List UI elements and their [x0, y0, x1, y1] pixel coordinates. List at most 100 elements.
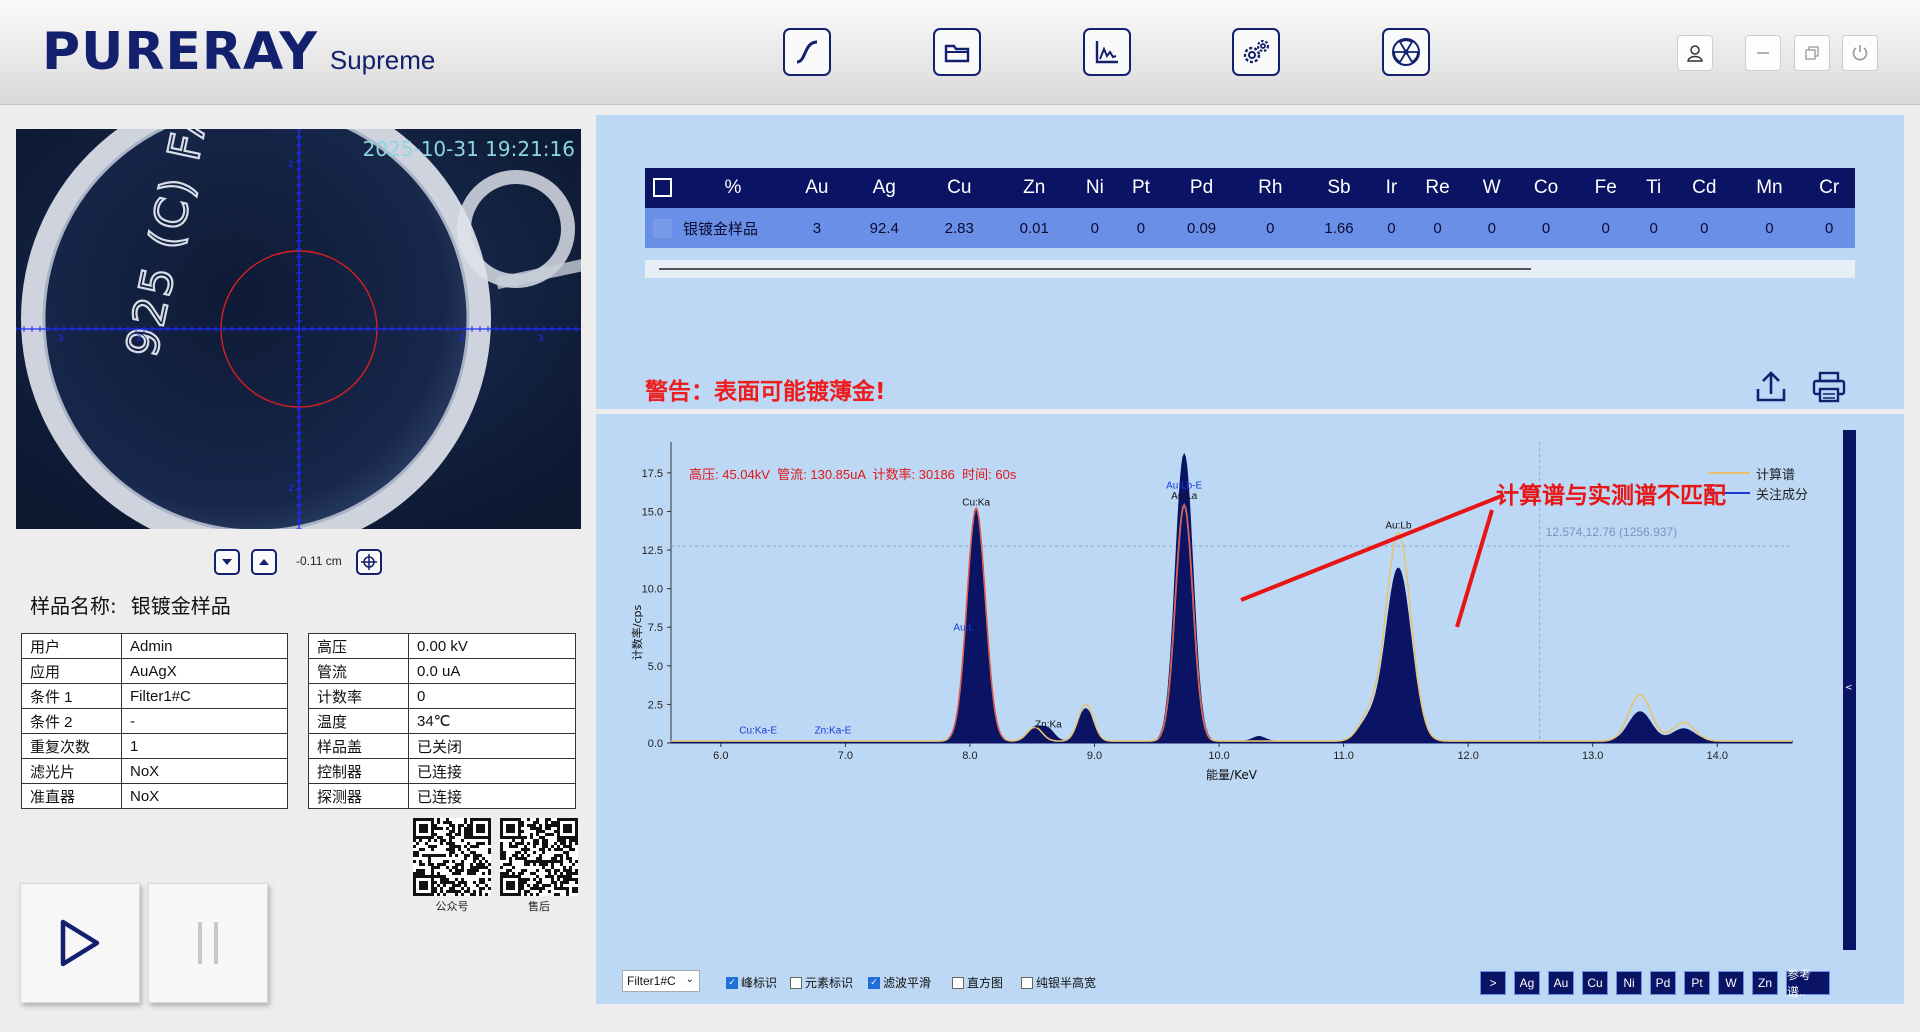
spectrum-button[interactable] — [1083, 28, 1131, 76]
element-header[interactable]: Fe — [1577, 168, 1635, 208]
element-header[interactable]: W — [1468, 168, 1515, 208]
triangle-up-icon — [259, 559, 269, 565]
focus-up-button[interactable] — [251, 549, 277, 575]
sample-name-label: 样品名称: — [30, 594, 117, 618]
triangle-down-icon — [222, 559, 232, 565]
checkbox[interactable]: ✓ — [868, 976, 880, 989]
element-header[interactable]: Ni — [1071, 168, 1118, 208]
checkbox[interactable]: ✓ — [726, 976, 738, 989]
curve-button[interactable] — [783, 28, 831, 76]
start-button[interactable] — [20, 883, 140, 1003]
minimize-button[interactable] — [1745, 35, 1781, 71]
table-row: 重复次数 1 — [21, 733, 288, 759]
option-label: 峰标识 — [741, 976, 778, 990]
element-header[interactable]: Ag — [846, 168, 922, 208]
element-filter-button[interactable]: Pt — [1684, 971, 1710, 995]
scrollbar-thumb[interactable] — [659, 268, 1531, 270]
device-status-table: 高压 0.00 kV 管流 0.0 uA 计数率 0 温度 34℃ 样品盖 已关闭 控制器 已连接 探测… — [308, 633, 576, 809]
element-filter-button[interactable]: Pd — [1650, 971, 1676, 995]
table-row: 高压 0.00 kV — [308, 633, 576, 659]
user-button[interactable] — [1677, 35, 1713, 71]
element-filter-button[interactable]: Ag — [1514, 971, 1540, 995]
y-tick-label: 12.5 — [642, 545, 663, 557]
y-tick-label: 0.0 — [648, 738, 663, 750]
element-header[interactable]: Ti — [1634, 168, 1674, 208]
filter-select[interactable]: Filter1#C ⌄ — [622, 970, 700, 992]
table-row[interactable]: 银镀金样品 3 92.4 2.83 0.01 0 0 0.09 0 1.66 0 0 0 0 0 0 0 0 0 — [645, 208, 1855, 248]
option-toggle[interactable]: 直方图 — [952, 974, 1003, 991]
print-button[interactable] — [1809, 367, 1849, 407]
element-filter-button[interactable]: W — [1718, 971, 1744, 995]
camera-controls: -0.11 cm — [16, 535, 581, 579]
x-axis-label: 能量/KeV — [1206, 768, 1258, 782]
element-header[interactable]: Zn — [996, 168, 1072, 208]
element-header[interactable]: Rh — [1239, 168, 1302, 208]
option-toggle[interactable]: 纯银半高宽 — [1021, 974, 1096, 991]
checkbox[interactable] — [952, 976, 964, 989]
focus-down-button[interactable] — [214, 549, 240, 575]
element-filter-button[interactable]: > — [1480, 971, 1506, 995]
checkbox[interactable] — [790, 976, 802, 989]
y-tick-label: 17.5 — [642, 468, 663, 480]
app-logo: PURERAY Supreme — [42, 22, 435, 82]
chart-bottom-bar: Filter1#C ⌄ ✓ 峰标识 元素标识 ✓ 滤波平滑 直方图 纯银半高宽 > Ag Au Cu… — [596, 966, 1904, 999]
element-header[interactable]: Au — [787, 168, 847, 208]
table-row: 用户 Admin — [21, 633, 288, 659]
element-header[interactable]: Pt — [1117, 168, 1165, 208]
open-folder-button[interactable] — [933, 28, 981, 76]
element-value: 0 — [1376, 208, 1407, 248]
restore-button[interactable] — [1794, 35, 1830, 71]
option-label: 元素标识 — [805, 976, 854, 990]
element-filter-button[interactable]: Au — [1548, 971, 1574, 995]
crosshair-button[interactable] — [356, 549, 382, 575]
table-row: 探测器 已连接 — [308, 783, 576, 809]
scale-x-label-1: 3 — [58, 334, 64, 344]
folder-icon — [944, 44, 970, 63]
restore-icon — [1805, 46, 1819, 60]
row-select[interactable] — [645, 208, 679, 248]
row-checkbox[interactable] — [652, 218, 672, 238]
element-value: 0 — [1071, 208, 1118, 248]
side-drawer-toggle[interactable]: < — [1843, 430, 1856, 950]
info-key: 应用 — [21, 658, 122, 684]
element-header[interactable]: Co — [1514, 168, 1578, 208]
peak-label: Zn:Ka-E — [815, 726, 852, 737]
element-header[interactable]: Mn — [1735, 168, 1804, 208]
element-header[interactable]: Cd — [1673, 168, 1736, 208]
option-toggle[interactable]: ✓ 峰标识 — [726, 974, 777, 991]
element-filter-button[interactable]: Zn — [1752, 971, 1778, 995]
option-toggle[interactable]: ✓ 滤波平滑 — [868, 974, 931, 991]
settings-button[interactable] — [1232, 28, 1280, 76]
element-header[interactable]: Cu — [921, 168, 997, 208]
brand-name: PURERAY — [42, 22, 318, 82]
info-key: 条件 1 — [21, 683, 122, 709]
element-value: 3 — [787, 208, 847, 248]
x-tick-label: 13.0 — [1582, 750, 1603, 762]
option-toggle[interactable]: 元素标识 — [790, 974, 853, 991]
pause-button[interactable] — [148, 883, 268, 1003]
horizontal-scrollbar[interactable] — [645, 260, 1855, 278]
info-key: 准直器 — [21, 783, 122, 809]
export-button[interactable] — [1751, 367, 1791, 407]
select-all-checkbox[interactable] — [652, 178, 672, 198]
select-all-header[interactable] — [645, 168, 679, 208]
info-value: - — [121, 708, 288, 734]
qr-label-official: 公众号 — [435, 900, 469, 913]
power-icon — [1852, 45, 1868, 61]
camera-view[interactable]: 925 (C) FAYA 3 2 2 3 2 2 2025-10-31 19:2… — [16, 129, 581, 529]
element-header[interactable]: Re — [1406, 168, 1469, 208]
checkbox[interactable] — [1021, 976, 1033, 989]
info-key: 计数率 — [308, 683, 409, 709]
element-filter-button[interactable]: 参考谱.. — [1786, 968, 1830, 999]
curve-icon — [796, 40, 818, 64]
element-filter-button[interactable]: Cu — [1582, 971, 1608, 995]
power-button[interactable] — [1842, 35, 1878, 71]
measurement-info-table: 用户 Admin 应用 AuAgX 条件 1 Filter1#C 条件 2- 重复次数 1 滤光片… — [21, 633, 288, 809]
element-header[interactable]: Sb — [1301, 168, 1377, 208]
radiation-button[interactable] — [1382, 28, 1430, 76]
element-header[interactable]: Ir — [1376, 168, 1407, 208]
element-header[interactable]: Cr — [1803, 168, 1855, 208]
element-filter-button[interactable]: Ni — [1616, 971, 1642, 995]
element-header[interactable]: Pd — [1164, 168, 1240, 208]
info-value: 34℃ — [408, 708, 576, 734]
